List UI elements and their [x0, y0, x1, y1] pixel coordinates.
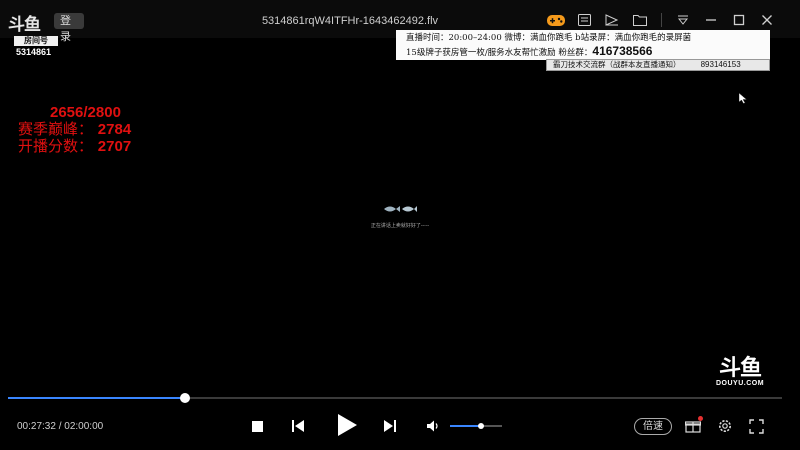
- settings-button[interactable]: [716, 414, 734, 438]
- volume-button[interactable]: [425, 414, 443, 438]
- volume-slider[interactable]: [450, 423, 502, 429]
- tech-group-number: 893146153: [700, 60, 741, 69]
- loading-text: 正在讲话上卖就好好了-----: [370, 223, 430, 229]
- login-button[interactable]: 登录: [54, 13, 84, 43]
- notice-line-1: 直播时间：20:00–24:00 微博：满血你跑毛 b站录屏：满血你跑毛的录屏菌: [406, 33, 692, 43]
- file-title: 5314861rqW4ITFHr-1643462492.flv: [261, 15, 439, 27]
- volume-slider-fill: [450, 425, 482, 427]
- score-progress-row: 2656/2800: [18, 104, 131, 121]
- tech-group-notice: 霸刀技术交流群（战群本友直播通知） 893146153: [546, 59, 770, 71]
- play-icon: [338, 414, 357, 436]
- start-score-row: 开播分数： 2707: [18, 137, 132, 156]
- season-peak-value: 2784: [97, 121, 132, 138]
- volume-slider-knob[interactable]: [478, 423, 485, 429]
- chat-icon[interactable]: [575, 11, 593, 29]
- notice-line-2-text: 15级牌子获房管一枚/服务水友帮忙激励 粉丝群：: [406, 48, 593, 58]
- seek-bar-fill: [8, 397, 186, 399]
- tech-group-text: 霸刀技术交流群（战群本友直播通知）: [553, 60, 681, 69]
- dropdown-icon[interactable]: [674, 11, 692, 29]
- time-separator: /: [58, 421, 62, 432]
- seek-bar-knob[interactable]: [180, 393, 191, 403]
- next-icon: [384, 420, 396, 432]
- season-peak-row: 赛季巅峰： 2784: [18, 120, 132, 139]
- score-overlay: 2656/2800 赛季巅峰： 2784 开播分数： 2707: [18, 104, 131, 155]
- watermark-logo: 斗鱼: [718, 356, 762, 381]
- window-controls: [547, 11, 776, 29]
- douyu-logo: 斗鱼: [8, 15, 41, 35]
- mouse-cursor-icon: [739, 93, 748, 104]
- score-progress: 2656/2800: [50, 104, 121, 121]
- fish-icon: [360, 203, 440, 218]
- minimize-icon[interactable]: [702, 11, 720, 29]
- notice-line-2: 15级牌子获房管一枚/服务水友帮忙激励 粉丝群：416738566: [406, 45, 760, 60]
- close-icon[interactable]: [758, 11, 776, 29]
- fullscreen-icon: [748, 418, 764, 434]
- picture-in-picture-icon[interactable]: [603, 11, 621, 29]
- start-score-label: 开播分数：: [18, 137, 94, 155]
- room-badge: 房间号: [14, 36, 58, 46]
- current-time: 00:27:32: [17, 421, 56, 432]
- total-time: 02:00:00: [64, 421, 104, 432]
- gift-box-icon: [685, 421, 701, 433]
- volume-icon: [427, 420, 438, 432]
- app-logo-area: 斗鱼 登录: [8, 10, 84, 43]
- season-peak-label: 赛季巅峰：: [18, 120, 94, 138]
- previous-icon: [292, 420, 304, 432]
- loading-indicator: 正在讲话上卖就好好了-----: [360, 203, 440, 233]
- time-display: 00:27:32 / 02:00:00: [17, 421, 103, 432]
- fullscreen-button[interactable]: [747, 414, 765, 438]
- notification-dot: [698, 416, 703, 421]
- next-button[interactable]: [382, 414, 398, 438]
- folder-icon[interactable]: [631, 11, 649, 29]
- stop-icon: [251, 420, 263, 432]
- play-button[interactable]: [334, 412, 360, 438]
- title-separator: [661, 13, 662, 27]
- seek-bar[interactable]: [8, 393, 782, 403]
- gear-icon: [719, 420, 731, 432]
- room-number: 5314861: [16, 47, 52, 57]
- fan-group-number: 416738566: [592, 44, 653, 58]
- stream-notice: 直播时间：20:00–24:00 微博：满血你跑毛 b站录屏：满血你跑毛的录屏菌…: [396, 30, 770, 60]
- watermark-text: DOUYU.COM: [715, 380, 765, 387]
- previous-button[interactable]: [290, 414, 306, 438]
- stop-button[interactable]: [249, 414, 265, 438]
- speed-button[interactable]: 倍速: [634, 418, 672, 435]
- douyu-watermark: 斗鱼 DOUYU.COM: [708, 358, 772, 390]
- maximize-icon[interactable]: [730, 11, 748, 29]
- start-score-value: 2707: [97, 138, 132, 155]
- gamepad-icon[interactable]: [547, 11, 565, 29]
